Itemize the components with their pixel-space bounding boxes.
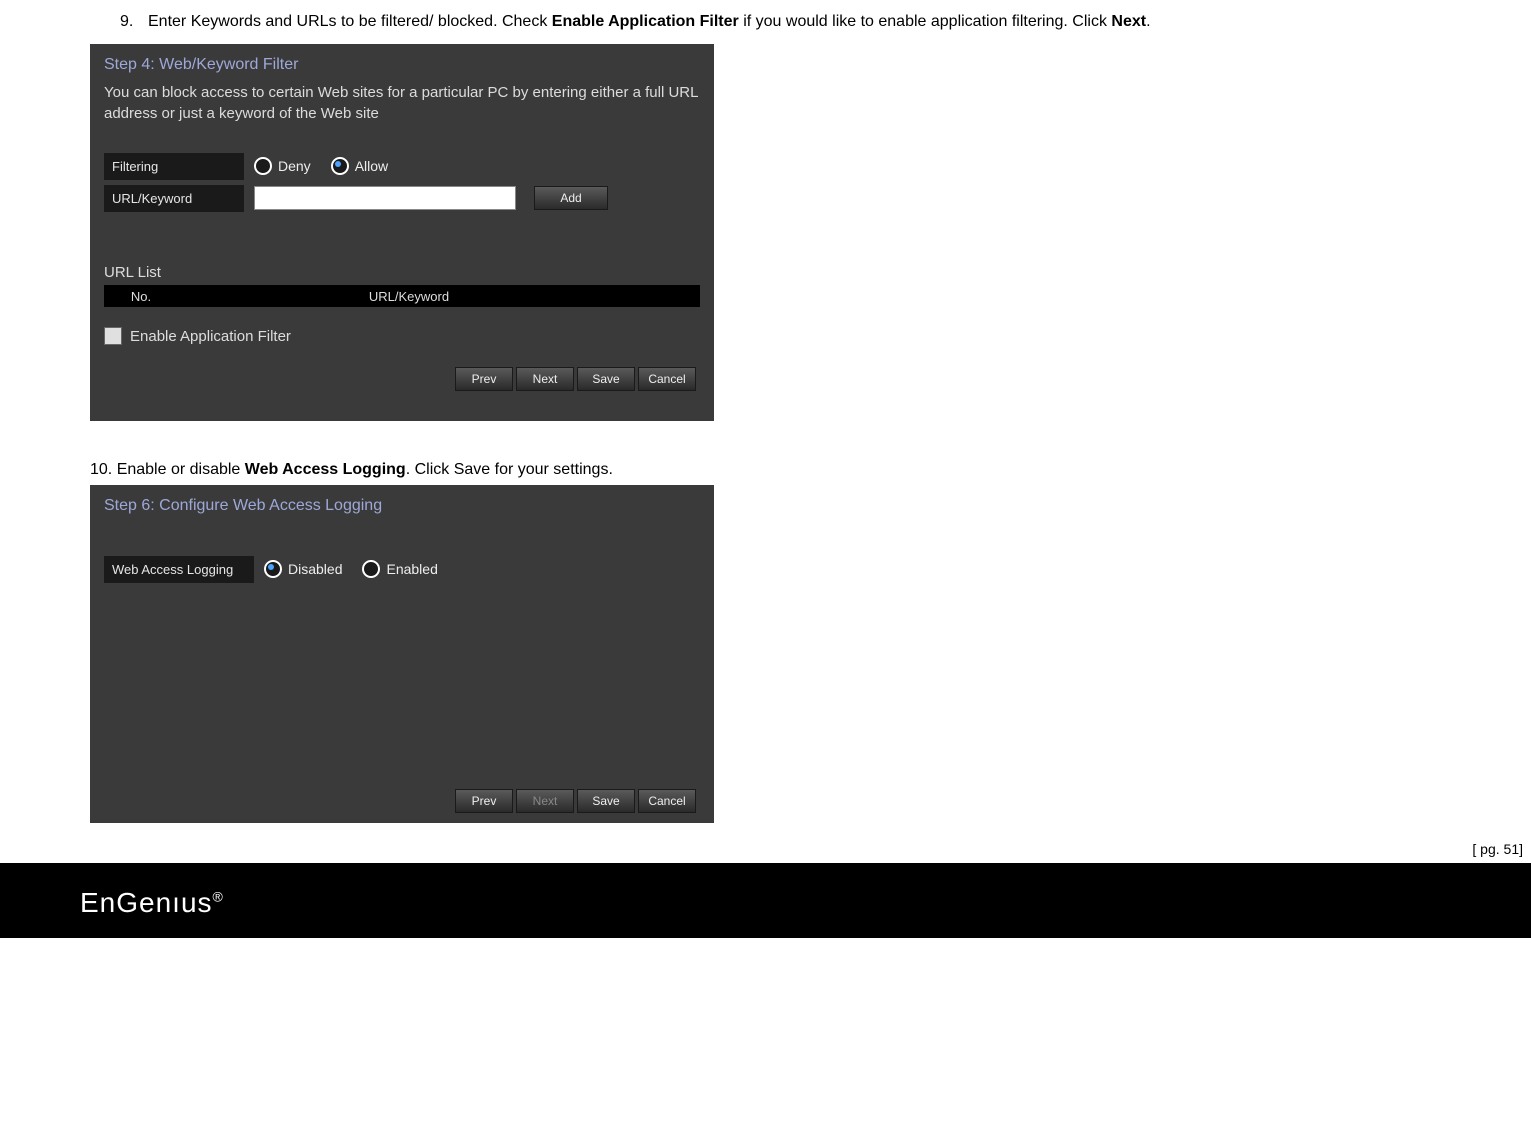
panel1-title: Step 4: Web/Keyword Filter xyxy=(104,56,700,74)
url-list-label: URL List xyxy=(104,264,700,281)
prev-button-2[interactable]: Prev xyxy=(455,789,513,813)
step10-text-pre: 10. Enable or disable xyxy=(90,461,245,478)
enable-app-filter-label: Enable Application Filter xyxy=(130,328,291,345)
panel1-description: You can block access to certain Web site… xyxy=(104,82,700,124)
save-button-2[interactable]: Save xyxy=(577,789,635,813)
step10-bold-1: Web Access Logging xyxy=(245,461,406,478)
panel-step4: Step 4: Web/Keyword Filter You can block… xyxy=(90,44,714,421)
engenius-logo: EnGenıus® xyxy=(80,887,224,919)
step10-text-post: . Click Save for your settings. xyxy=(406,461,613,478)
logging-disabled-label: Disabled xyxy=(288,561,342,577)
page-number: [ pg. 51] xyxy=(1472,841,1523,857)
url-table-header: No. URL/Keyword xyxy=(104,285,700,307)
instruction-10: 10. Enable or disable Web Access Logging… xyxy=(90,461,1441,479)
next-button-2[interactable]: Next xyxy=(516,789,574,813)
cancel-button[interactable]: Cancel xyxy=(638,367,696,391)
prev-button[interactable]: Prev xyxy=(455,367,513,391)
logging-enabled-radio[interactable] xyxy=(362,560,380,578)
url-keyword-label: URL/Keyword xyxy=(104,185,244,212)
step9-text-pre: Enter Keywords and URLs to be filtered/ … xyxy=(148,13,552,30)
panel-step6: Step 6: Configure Web Access Logging Web… xyxy=(90,485,714,823)
logging-disabled-radio[interactable] xyxy=(264,560,282,578)
logo-text: EnGenıus xyxy=(80,887,213,918)
filtering-allow-radio[interactable] xyxy=(331,157,349,175)
add-button[interactable]: Add xyxy=(534,186,608,210)
url-keyword-input[interactable] xyxy=(254,186,516,210)
col-no: No. xyxy=(104,289,178,304)
col-url: URL/Keyword xyxy=(178,289,640,304)
registered-mark: ® xyxy=(213,889,224,905)
enable-app-filter-checkbox[interactable] xyxy=(104,327,122,345)
filtering-deny-radio[interactable] xyxy=(254,157,272,175)
filtering-allow-label: Allow xyxy=(355,158,388,174)
step-number-9: 9. xyxy=(120,10,148,34)
step9-bold-2: Next xyxy=(1111,13,1146,30)
step9-bold-1: Enable Application Filter xyxy=(552,13,739,30)
filtering-label: Filtering xyxy=(104,153,244,180)
web-access-logging-label: Web Access Logging xyxy=(104,556,254,583)
filtering-deny-label: Deny xyxy=(278,158,311,174)
panel2-title: Step 6: Configure Web Access Logging xyxy=(104,497,700,515)
step9-text-post: . xyxy=(1146,13,1150,30)
cancel-button-2[interactable]: Cancel xyxy=(638,789,696,813)
instruction-9: 9.Enter Keywords and URLs to be filtered… xyxy=(120,10,1441,34)
step9-text-mid: if you would like to enable application … xyxy=(739,13,1112,30)
next-button[interactable]: Next xyxy=(516,367,574,391)
logging-enabled-label: Enabled xyxy=(386,561,437,577)
page-footer: [ pg. 51] EnGenıus® xyxy=(0,863,1531,938)
save-button[interactable]: Save xyxy=(577,367,635,391)
